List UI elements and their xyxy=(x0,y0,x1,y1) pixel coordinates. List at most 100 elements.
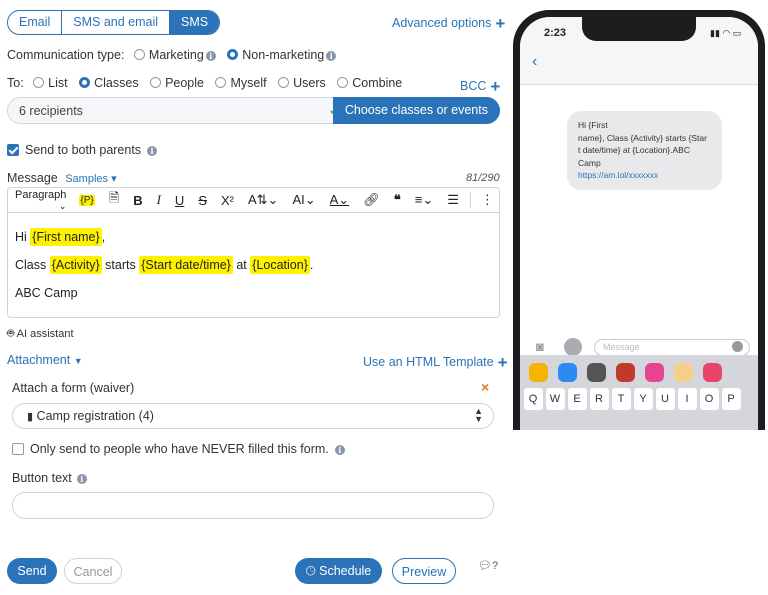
bold-icon[interactable]: B xyxy=(126,193,149,208)
more-icon[interactable]: ⋮ xyxy=(469,192,501,208)
preview-button[interactable]: Preview xyxy=(392,558,456,584)
key-y: Y xyxy=(633,388,653,410)
sms-bubble: Hi {First name}, Class {Activity} starts… xyxy=(567,111,722,190)
info-icon: i xyxy=(326,51,337,61)
strikethrough-icon[interactable]: S xyxy=(191,193,214,208)
bcc-label: BCC xyxy=(460,79,487,93)
key-q: Q xyxy=(523,388,543,410)
send-both-parents-checkbox[interactable]: Send to both parents i xyxy=(7,143,158,157)
bcc-button[interactable]: BCC + xyxy=(460,77,500,97)
message-header: Message Samples ▾ xyxy=(7,171,117,185)
advanced-options-label: Advanced options xyxy=(392,16,492,30)
paragraph-select[interactable]: Paragraph ⌄ xyxy=(8,189,72,212)
advanced-options-link[interactable]: Advanced options + xyxy=(392,14,505,34)
recipients-field[interactable]: 6 recipients Choose classes or events xyxy=(7,97,500,124)
underline-icon[interactable]: U xyxy=(168,193,191,208)
editor-toolbar: Paragraph ⌄ {P} 🗎 B I U S X² A⇅⌄ AI⌄ A⌄ 🔗… xyxy=(8,188,499,213)
link-icon[interactable]: 🔗︎ xyxy=(356,192,387,208)
tab-email[interactable]: Email xyxy=(8,11,63,34)
ai-assistant-button[interactable]: 🤖︎ AI assistant xyxy=(7,325,74,342)
radio-myself[interactable]: Myself xyxy=(215,76,267,90)
info-icon: i xyxy=(147,146,158,156)
align-icon[interactable]: ≡⌄ xyxy=(408,192,440,208)
key-e: E xyxy=(567,388,587,410)
phone-screen: 2:23 ▮▮ ◠ ▭ ‹ Hi {First name}, Class {Ac… xyxy=(520,17,758,430)
send-button[interactable]: Send xyxy=(7,558,57,584)
form-select[interactable]: ▮ Camp registration (4) ▲ ▼ xyxy=(12,403,494,429)
radio-combine[interactable]: Combine xyxy=(337,76,402,90)
back-chevron-icon: ‹ xyxy=(532,53,538,70)
radio-classes[interactable]: Classes xyxy=(79,76,139,90)
radio-list[interactable]: List xyxy=(33,76,68,90)
phone-status-icons: ▮▮ ◠ ▭ xyxy=(710,28,742,38)
radio-non-marketing[interactable]: Non-marketing i xyxy=(227,48,337,62)
app-store-icon xyxy=(564,338,582,356)
message-label: Message xyxy=(7,171,58,185)
robot-icon: 🤖︎ xyxy=(7,326,15,340)
key-w: W xyxy=(545,388,565,410)
html-template-link[interactable]: Use an HTML Template + xyxy=(363,353,508,373)
tab-sms[interactable]: SMS xyxy=(170,11,220,34)
message-editor: Paragraph ⌄ {P} 🗎 B I U S X² A⇅⌄ AI⌄ A⌄ 🔗… xyxy=(7,187,500,318)
app-icon xyxy=(616,363,635,382)
editor-body[interactable]: Hi {First name}, Class {Activity} starts… xyxy=(8,213,499,317)
send-both-parents-label: Send to both parents xyxy=(25,143,142,157)
channel-tabs: Email SMS and email SMS xyxy=(7,10,221,35)
button-text-input[interactable] xyxy=(12,492,494,519)
app-drawer xyxy=(520,355,758,386)
line-height-icon[interactable]: AI⌄ xyxy=(285,192,322,208)
camera-icon: ◙ xyxy=(536,339,544,354)
key-u: U xyxy=(655,388,675,410)
message-line-3: ABC Camp xyxy=(15,286,78,300)
clock-icon: 🕓︎ xyxy=(305,564,316,578)
app-icon xyxy=(703,363,722,382)
plus-icon: + xyxy=(497,353,508,372)
sms-line: t date/time} at {Location}.ABC xyxy=(578,145,690,155)
close-icon[interactable]: × xyxy=(481,379,489,395)
help-button[interactable]: 💬︎? xyxy=(478,559,498,572)
checkbox-unchecked[interactable] xyxy=(12,443,24,455)
checkbox-checked[interactable] xyxy=(7,144,19,156)
form-select-value: ▮ Camp registration (4) xyxy=(27,409,154,423)
document-icon[interactable]: 🗎 xyxy=(102,189,126,211)
radio-users[interactable]: Users xyxy=(278,76,326,90)
sms-link: https://am.lol/xxxxxxx xyxy=(578,170,659,180)
font-size-icon[interactable]: A⇅⌄ xyxy=(241,192,285,208)
list-icon[interactable]: ☰ xyxy=(440,192,466,208)
choose-classes-button[interactable]: Choose classes or events xyxy=(332,97,500,124)
schedule-button[interactable]: 🕓︎ Schedule xyxy=(295,558,382,584)
sms-line: Hi {First xyxy=(578,120,608,130)
italic-icon[interactable]: I xyxy=(150,192,168,208)
message-line-1: Hi {First name}, xyxy=(15,228,106,246)
phone-preview: 2:23 ▮▮ ◠ ▭ ‹ Hi {First name}, Class {Ac… xyxy=(513,10,765,430)
app-icon xyxy=(674,363,693,382)
key-t: T xyxy=(611,388,631,410)
caret-down-icon: ▼ xyxy=(73,356,83,366)
attach-form-label: Attach a form (waiver) xyxy=(12,381,135,395)
communication-type-label: Communication type: xyxy=(7,48,125,62)
placeholder-button[interactable]: {P} xyxy=(72,194,101,206)
cancel-button[interactable]: Cancel xyxy=(64,558,122,584)
sms-line: Camp xyxy=(578,157,601,168)
radio-marketing[interactable]: Marketing i xyxy=(133,48,216,62)
samples-dropdown[interactable]: Samples ▾ xyxy=(65,173,116,185)
message-line-2: Class {Activity} starts {Start date/time… xyxy=(15,256,314,274)
to-row: To: List Classes People Myself Users Com… xyxy=(7,76,410,90)
never-filled-checkbox[interactable]: Only send to people who have NEVER fille… xyxy=(12,442,345,456)
font-color-icon[interactable]: A⌄ xyxy=(323,192,357,208)
plus-icon: + xyxy=(495,14,506,33)
info-icon: i xyxy=(205,51,216,61)
to-label: To: xyxy=(7,76,24,90)
superscript-icon[interactable]: X² xyxy=(214,193,241,208)
phone-time: 2:23 xyxy=(544,27,567,39)
keyboard-row: QWERTYUIOP xyxy=(520,386,758,410)
mic-icon xyxy=(732,341,743,352)
radio-people[interactable]: People xyxy=(150,76,204,90)
chat-icon: 💬︎ xyxy=(478,560,492,572)
tab-sms-and-email[interactable]: SMS and email xyxy=(62,11,171,34)
communication-type-row: Communication type: Marketing i Non-marke… xyxy=(7,48,337,62)
button-text-label: Button text i xyxy=(12,471,87,485)
attachment-dropdown[interactable]: Attachment ▼ xyxy=(7,353,83,367)
quote-icon[interactable]: ❝ xyxy=(387,192,408,208)
tag-location: {Location} xyxy=(250,256,310,274)
